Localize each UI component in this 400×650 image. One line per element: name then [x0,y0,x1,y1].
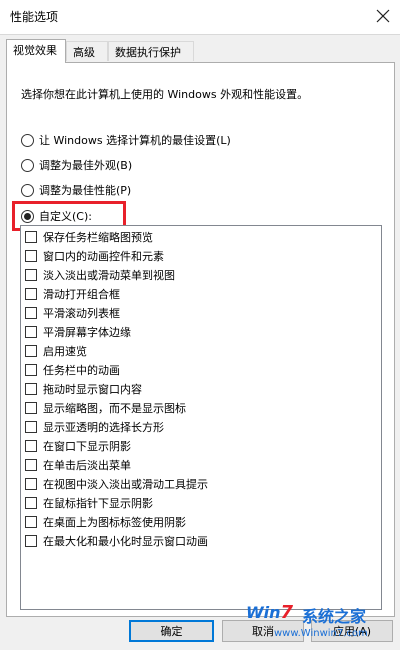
checkbox[interactable] [25,231,37,243]
checkbox[interactable] [25,516,37,528]
checkbox[interactable] [25,421,37,433]
checkbox[interactable] [25,269,37,281]
effect-label: 在鼠标指针下显示阴影 [43,497,153,510]
option-label: 让 Windows 选择计算机的最佳设置(L) [39,134,231,147]
option-best-appearance[interactable]: 调整为最佳外观(B) [21,157,132,173]
tab-visual-effects[interactable]: 视觉效果 [6,39,66,63]
effect-item[interactable]: 在鼠标指针下显示阴影 [25,495,153,511]
checkbox[interactable] [25,478,37,490]
effect-label: 任务栏中的动画 [43,364,120,377]
checkbox[interactable] [25,459,37,471]
effect-label: 平滑屏幕字体边缘 [43,326,131,339]
option-label: 调整为最佳性能(P) [39,184,132,197]
watermark-site-name: 系统之家 [302,607,367,626]
tab-dep[interactable]: 数据执行保护 [108,41,194,61]
tab-label: 数据执行保护 [115,46,181,59]
effect-label: 在桌面上为图标标签使用阴影 [43,516,186,529]
option-let-windows-choose[interactable]: 让 Windows 选择计算机的最佳设置(L) [21,132,231,148]
tab-advanced[interactable]: 高级 [66,41,108,61]
radio-button[interactable] [21,133,34,147]
checkbox[interactable] [25,288,37,300]
effect-label: 平滑滚动列表框 [43,307,120,320]
checkbox[interactable] [25,307,37,319]
title-bar: 性能选项 [0,0,400,34]
watermark-logo: Win7 [246,602,293,623]
logo-prefix: Win [246,603,281,622]
effect-label: 拖动时显示窗口内容 [43,383,142,396]
close-icon [376,9,390,23]
ok-label: 确定 [160,625,183,638]
tab-label: 视觉效果 [13,44,57,57]
checkbox[interactable] [25,440,37,452]
effect-label: 保存任务栏缩略图预览 [43,231,153,244]
radio-button[interactable] [21,158,34,172]
effect-item[interactable]: 任务栏中的动画 [25,362,120,378]
checkbox[interactable] [25,250,37,262]
checkbox[interactable] [25,345,37,357]
effect-label: 滑动打开组合框 [43,288,120,301]
option-label: 调整为最佳外观(B) [39,159,133,172]
effect-item[interactable]: 滑动打开组合框 [25,286,120,302]
site-watermark: Win7 系统之家 www.Winwin7.com [244,598,400,650]
close-button[interactable] [368,2,398,32]
effect-label: 在视图中淡入淡出或滑动工具提示 [43,478,208,491]
effect-item[interactable]: 在最大化和最小化时显示窗口动画 [25,533,208,549]
description-text: 选择你想在此计算机上使用的 Windows 外观和性能设置。 [21,88,309,101]
effect-item[interactable]: 平滑滚动列表框 [25,305,120,321]
effect-item[interactable]: 保存任务栏缩略图预览 [25,229,153,245]
checkbox[interactable] [25,326,37,338]
effect-item[interactable]: 窗口内的动画控件和元素 [25,248,164,264]
effect-item[interactable]: 显示亚透明的选择长方形 [25,419,164,435]
watermark-url: www.Winwin7.com [274,628,368,639]
ok-button[interactable]: 确定 [129,620,214,642]
effect-label: 淡入淡出或滑动菜单到视图 [43,269,175,282]
effect-label: 显示亚透明的选择长方形 [43,421,164,434]
tab-label: 高级 [73,46,95,59]
checkbox[interactable] [25,402,37,414]
effect-item[interactable]: 拖动时显示窗口内容 [25,381,142,397]
checkbox[interactable] [25,535,37,547]
effect-item[interactable]: 显示缩略图，而不是显示图标 [25,400,186,416]
dialog-client-area: 视觉效果 高级 数据执行保护 选择你想在此计算机上使用的 Windows 外观和… [0,34,400,650]
radio-button[interactable] [21,183,34,197]
option-best-performance[interactable]: 调整为最佳性能(P) [21,182,131,198]
window-title: 性能选项 [10,10,59,24]
effect-item[interactable]: 在桌面上为图标标签使用阴影 [25,514,186,530]
effects-listbox[interactable]: 保存任务栏缩略图预览 窗口内的动画控件和元素 淡入淡出或滑动菜单到视图 滑动打开… [20,225,382,610]
effect-label: 在窗口下显示阴影 [43,440,131,453]
logo-seven: 7 [280,602,294,623]
effect-item[interactable]: 平滑屏幕字体边缘 [25,324,131,340]
checkbox[interactable] [25,364,37,376]
effect-label: 在单击后淡出菜单 [43,459,131,472]
effect-label: 在最大化和最小化时显示窗口动画 [43,535,208,548]
effect-item[interactable]: 启用速览 [25,343,87,359]
visual-effects-panel: 选择你想在此计算机上使用的 Windows 外观和性能设置。 让 Windows… [6,62,395,617]
effect-item[interactable]: 在窗口下显示阴影 [25,438,131,454]
effect-label: 窗口内的动画控件和元素 [43,250,164,263]
checkbox[interactable] [25,497,37,509]
effect-item[interactable]: 在单击后淡出菜单 [25,457,131,473]
effect-item[interactable]: 在视图中淡入淡出或滑动工具提示 [25,476,208,492]
effect-label: 显示缩略图，而不是显示图标 [43,402,186,415]
effect-label: 启用速览 [43,345,87,358]
checkbox[interactable] [25,383,37,395]
effect-item[interactable]: 淡入淡出或滑动菜单到视图 [25,267,175,283]
